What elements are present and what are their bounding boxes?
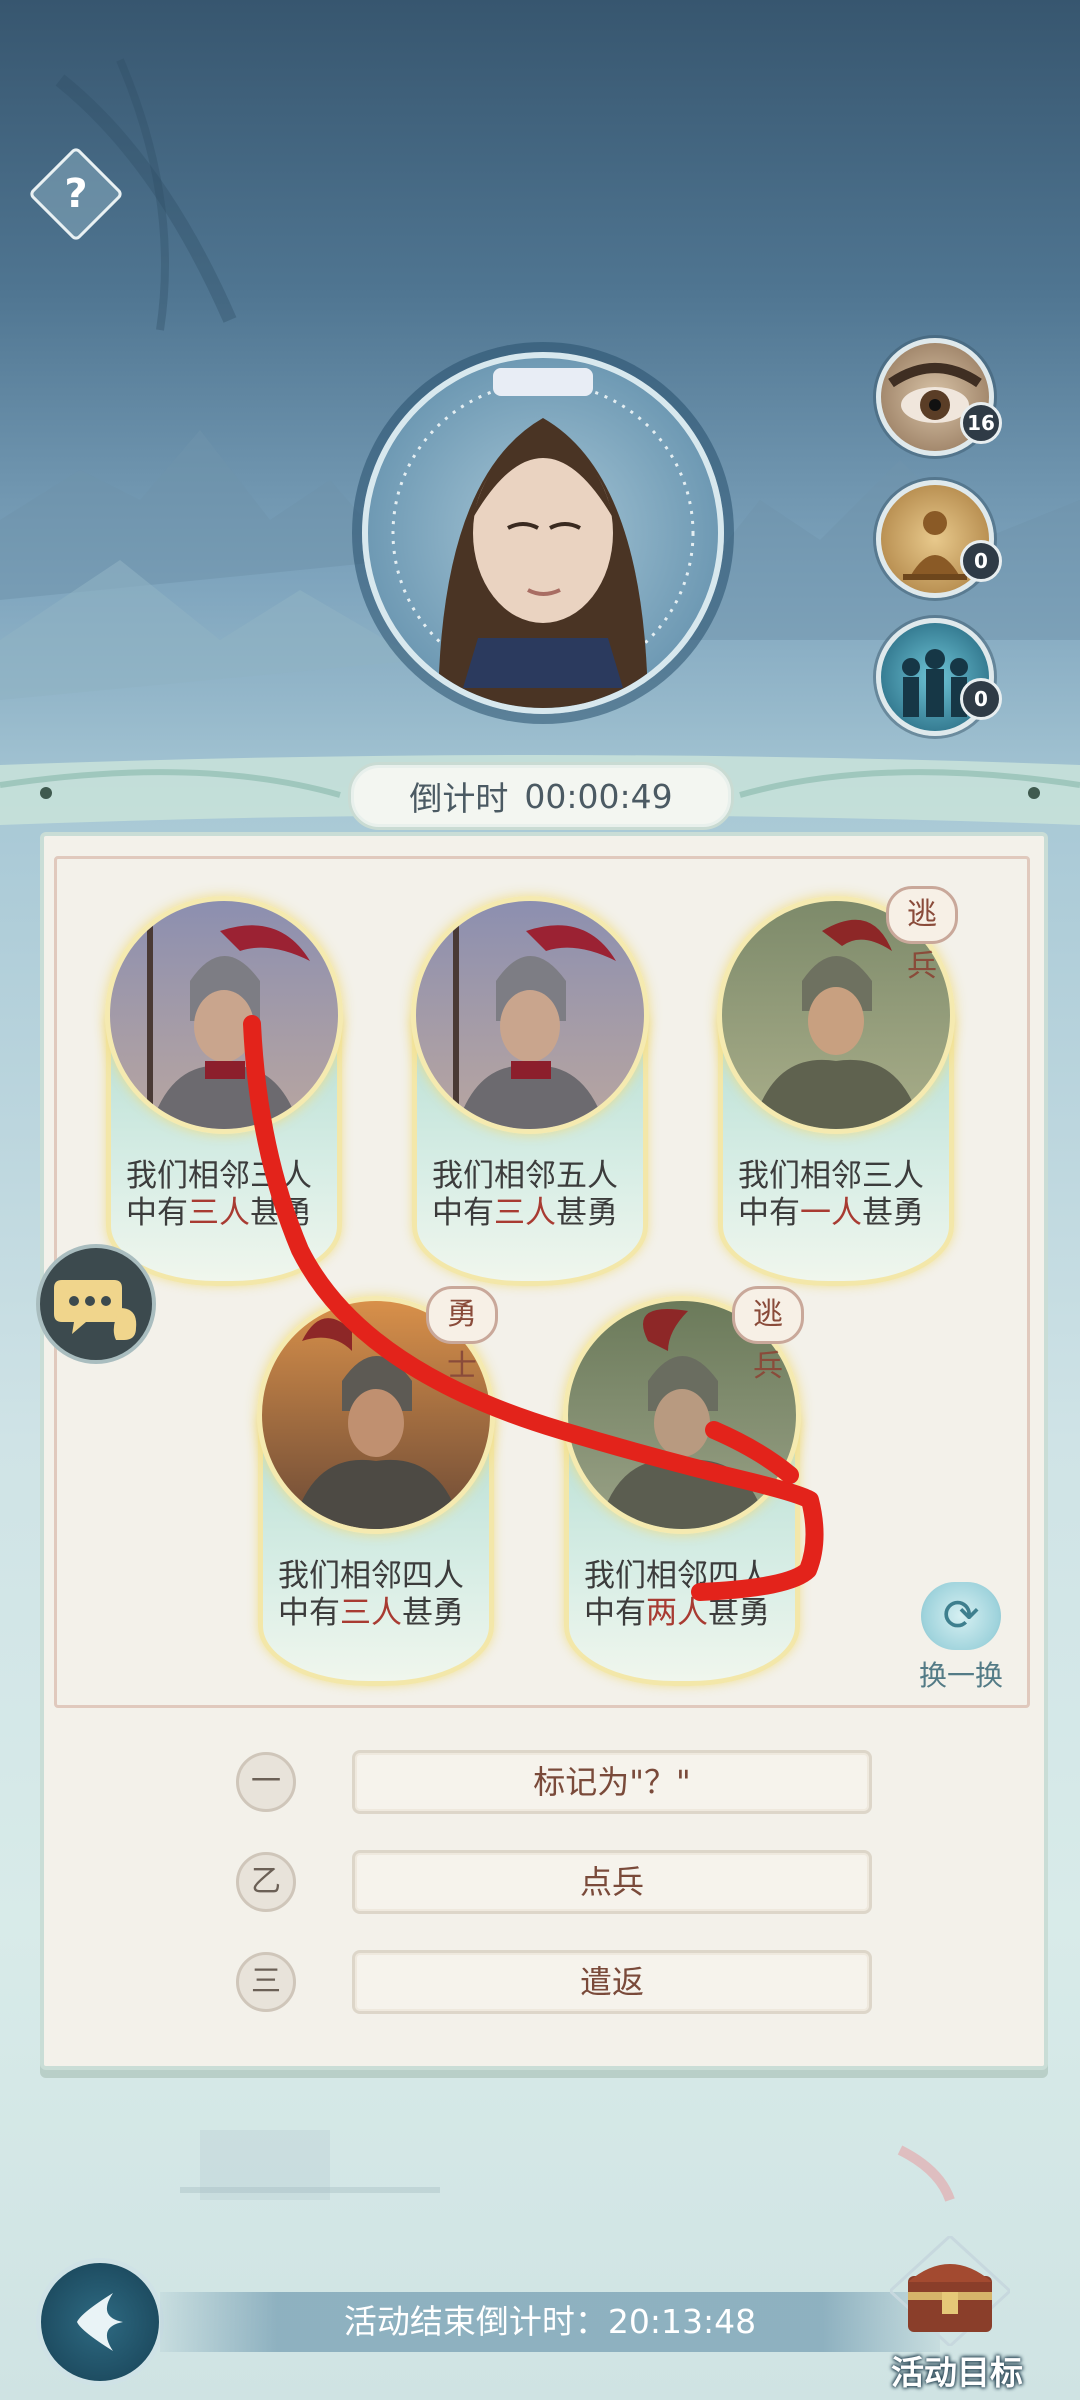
action-number-2: 乙 xyxy=(236,1852,296,1912)
event-countdown: 活动结束倒计时：20:13:48 xyxy=(160,2292,940,2352)
card-clue-1: 我们相邻三人 中有三人甚勇 xyxy=(126,1158,312,1231)
action-number-1: 一 xyxy=(236,1752,296,1812)
question-icon: ? xyxy=(64,171,88,217)
refresh-icon: ⟳ xyxy=(921,1582,1001,1650)
chat-icon xyxy=(54,1280,137,1340)
mark-question-button[interactable]: 标记为"？" xyxy=(352,1750,872,1814)
countdown-value: 00:00:49 xyxy=(524,776,673,816)
card-clue-3: 我们相邻三人 中有一人甚勇 xyxy=(738,1158,924,1231)
soldier-portrait-1 xyxy=(105,896,343,1134)
event-goal-button[interactable] xyxy=(887,2233,1013,2349)
warrior-tag: 勇士 xyxy=(426,1286,498,1384)
soldier-card-1[interactable]: 我们相邻三人 中有三人甚勇 xyxy=(105,896,343,1286)
soldier-card-4[interactable]: 我们相邻四人 中有三人甚勇 勇士 xyxy=(257,1286,498,1686)
eye-count-badge: 16 xyxy=(960,402,1002,444)
countdown-timer: 倒计时 00:00:49 xyxy=(348,762,734,830)
refresh-label: 换一换 xyxy=(918,1659,1003,1692)
dismiss-button[interactable]: 遣返 xyxy=(352,1950,872,2014)
deserter-tag: 逃兵 xyxy=(732,1286,804,1384)
back-arrow-icon xyxy=(77,2293,123,2351)
card-clue-4: 我们相邻四人 中有三人甚勇 xyxy=(278,1558,464,1631)
treasure-chest-icon xyxy=(887,2233,1013,2349)
soldier-card-2[interactable]: 我们相邻五人 中有三人甚勇 xyxy=(411,896,649,1286)
crowd-count-badge: 0 xyxy=(960,678,1002,720)
meditation-count-badge: 0 xyxy=(960,540,1002,582)
soldier-helmet-icon xyxy=(453,921,616,1129)
event-goal-label: 活动目标 xyxy=(891,2353,1023,2392)
card-clue-2: 我们相邻五人 中有三人甚勇 xyxy=(432,1158,618,1231)
hero-face-icon xyxy=(391,368,695,708)
card-clue-5: 我们相邻四人 中有两人甚勇 xyxy=(584,1558,770,1631)
muster-button[interactable]: 点兵 xyxy=(352,1850,872,1914)
action-number-3: 三 xyxy=(236,1952,296,2012)
back-button[interactable] xyxy=(36,2258,164,2386)
chat-button[interactable] xyxy=(36,1244,156,1364)
countdown-label: 倒计时 xyxy=(409,779,509,818)
soldier-helmet-icon xyxy=(147,921,310,1129)
hero-portrait xyxy=(362,352,724,714)
refresh-button[interactable]: ⟳ 换一换 xyxy=(912,1582,1010,1694)
deserter-tag: 逃兵 xyxy=(886,886,958,984)
soldier-card-3[interactable]: 我们相邻三人 中有一人甚勇 逃兵 xyxy=(717,886,958,1286)
soldier-portrait-2 xyxy=(411,896,649,1134)
soldier-card-5[interactable]: 我们相邻四人 中有两人甚勇 逃兵 xyxy=(563,1286,804,1686)
